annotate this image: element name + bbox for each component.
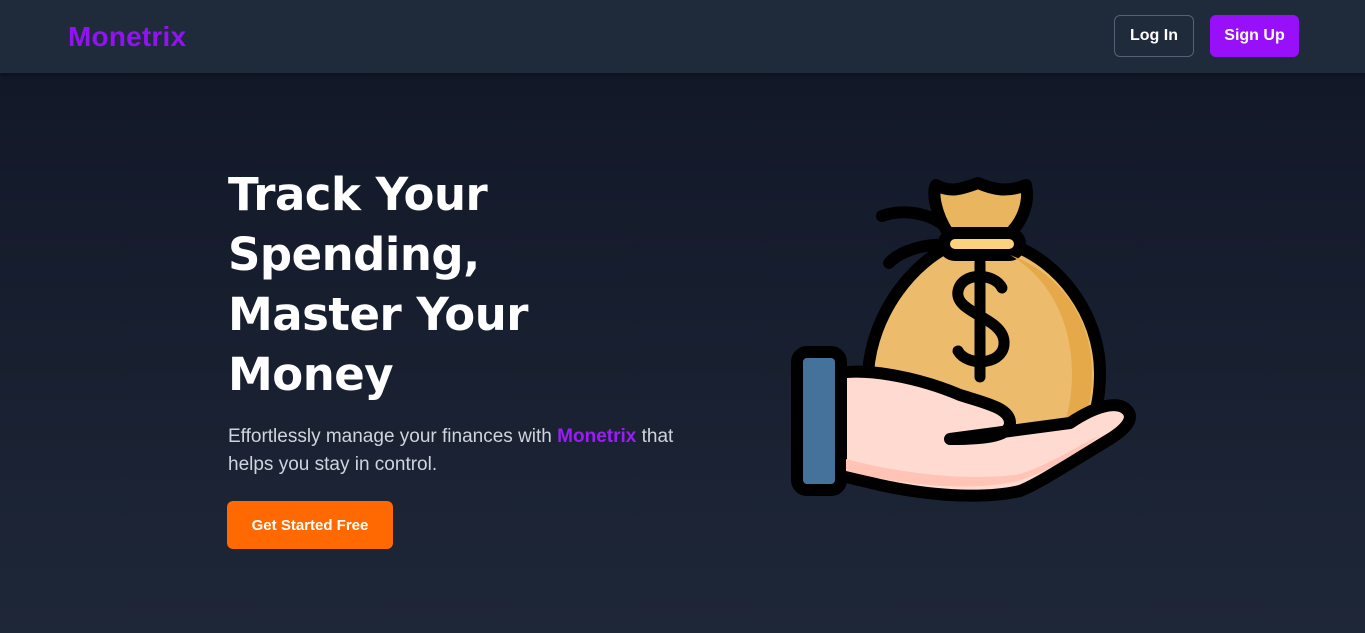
hero-subtext: Effortlessly manage your finances with M… (228, 423, 688, 479)
subtext-start: Effortlessly manage your finances with (228, 426, 558, 447)
logo[interactable]: Monetrix (68, 20, 186, 54)
headline-line: Money (228, 348, 394, 401)
signup-button[interactable]: Sign Up (1210, 15, 1299, 57)
login-button[interactable]: Log In (1114, 15, 1194, 57)
subtext-brand: Monetrix (557, 426, 637, 447)
get-started-button[interactable]: Get Started Free (227, 501, 393, 549)
headline-line: Master Your (228, 288, 528, 341)
headline-line: Track Your (228, 168, 488, 221)
hero-section: Track Your Spending, Master Your Money E… (0, 73, 1365, 633)
navbar: Monetrix Log In Sign Up (0, 0, 1365, 73)
money-bag-in-hand-icon (791, 177, 1136, 502)
headline-line: Spending, (228, 228, 480, 281)
hero-headline: Track Your Spending, Master Your Money (228, 165, 648, 405)
